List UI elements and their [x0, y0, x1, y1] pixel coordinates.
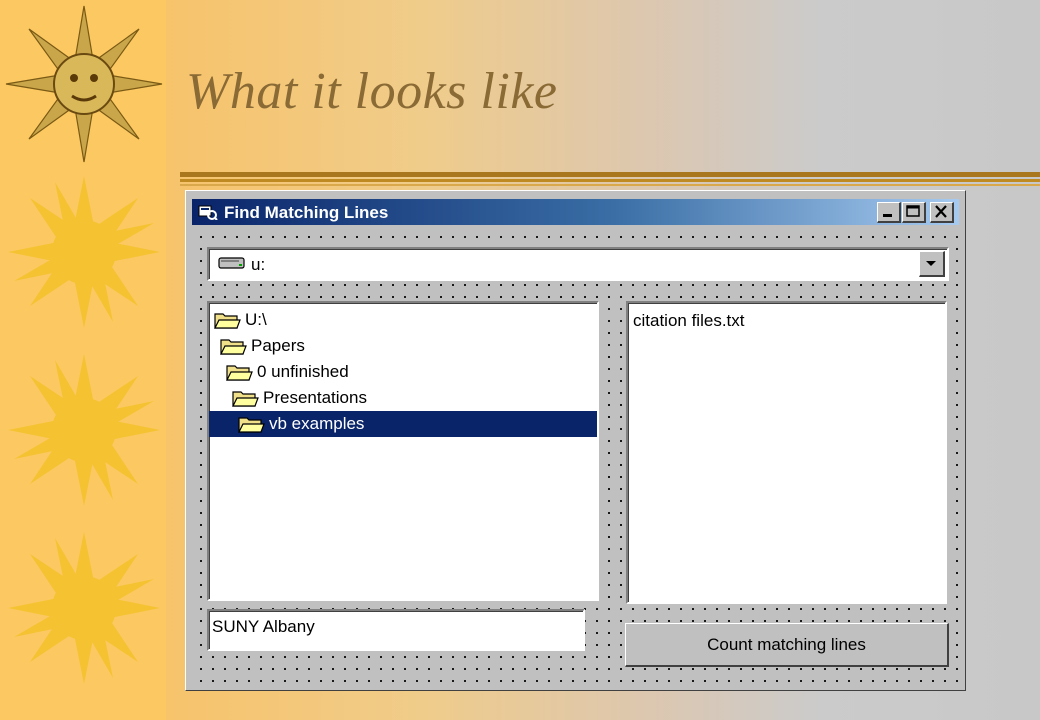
- directory-list[interactable]: U:\ Papers 0 unfinished Presentations vb…: [207, 301, 599, 601]
- folder-open-icon: [214, 313, 241, 329]
- dir-item[interactable]: U:\: [213, 307, 597, 333]
- window-title: Find Matching Lines: [224, 203, 389, 222]
- folder-open-icon: [232, 391, 259, 407]
- count-matching-lines-button[interactable]: Count matching lines: [625, 623, 949, 667]
- form-client-area: u: U:\ Papers 0 unfinished Presentations: [192, 227, 959, 684]
- title-divider: [180, 184, 1040, 186]
- dropdown-button[interactable]: [919, 251, 945, 277]
- minimize-icon: [883, 214, 892, 217]
- search-text-field[interactable]: SUNY Albany: [207, 609, 585, 651]
- minimize-button[interactable]: [877, 202, 901, 223]
- dir-item-label: Presentations: [263, 388, 367, 407]
- sun-icon: [8, 176, 160, 328]
- chevron-down-icon: [926, 261, 936, 266]
- file-item[interactable]: citation files.txt: [633, 311, 745, 331]
- sun-icon: [8, 354, 160, 506]
- search-text-value: SUNY Albany: [212, 617, 315, 636]
- drive-combobox[interactable]: u:: [207, 247, 949, 281]
- sun-icon: [8, 532, 160, 684]
- dir-item-selected[interactable]: vb examples: [209, 411, 597, 437]
- title-divider: [180, 179, 1040, 182]
- drive-value: u:: [251, 255, 266, 274]
- metal-sun-icon: [5, 5, 163, 163]
- app-icon: [198, 205, 218, 220]
- slide-title: What it looks like: [186, 63, 558, 120]
- dir-item-label: Papers: [251, 336, 305, 355]
- maximize-button[interactable]: [902, 202, 926, 223]
- folder-open-icon: [226, 365, 253, 381]
- dir-item[interactable]: Papers: [219, 333, 597, 359]
- file-list[interactable]: citation files.txt: [626, 301, 947, 604]
- decorative-sidebar: [0, 0, 166, 720]
- title-divider: [180, 172, 1040, 177]
- folder-open-icon: [220, 339, 247, 355]
- dir-item-label: U:\: [245, 310, 267, 329]
- dir-item[interactable]: Presentations: [231, 385, 597, 411]
- close-button[interactable]: [930, 202, 954, 223]
- app-window: Find Matching Lines u: U:\ Papers 0 unfi…: [185, 190, 966, 691]
- folder-open-icon: [238, 417, 265, 433]
- dir-item-label: vb examples: [269, 414, 365, 433]
- window-titlebar[interactable]: Find Matching Lines: [192, 199, 959, 225]
- drive-icon: [218, 257, 245, 269]
- dir-item[interactable]: 0 unfinished: [225, 359, 597, 385]
- close-icon: [935, 205, 947, 218]
- dir-item-label: 0 unfinished: [257, 362, 349, 381]
- maximize-icon: [906, 205, 920, 217]
